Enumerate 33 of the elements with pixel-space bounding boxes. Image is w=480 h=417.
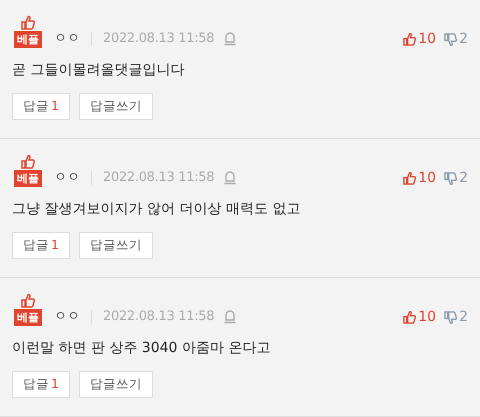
reply-button[interactable]: 답글 1 [12, 93, 70, 120]
comment-date: 2022.08.13 11:58 [103, 308, 214, 326]
comment-date: 2022.08.13 11:58 [103, 169, 214, 187]
thumbs-down-icon [444, 310, 458, 324]
alarm-icon[interactable] [223, 309, 238, 324]
comment-text: 이런말 하면 판 상주 3040 아줌마 온다고 [12, 339, 272, 357]
comment-date: 2022.08.13 11:58 [103, 30, 214, 48]
best-badge: 베플 [14, 170, 42, 187]
best-badge: 베플 [14, 309, 42, 326]
thumbs-up-icon [403, 32, 416, 46]
comment-text: 곧 그들이몰려올댓글입니다 [12, 61, 186, 79]
comment-text: 그냥 잘생겨보이지가 않어 더이상 매력도 없고 [12, 200, 302, 218]
thumbs-down-icon [444, 32, 458, 46]
reply-button[interactable]: 답글 1 [12, 371, 70, 398]
thumbs-up-icon [20, 154, 36, 169]
alarm-icon[interactable] [223, 31, 238, 46]
thumbs-up-icon [20, 15, 36, 30]
thumbs-up-icon [20, 293, 36, 308]
thumbs-up-icon [403, 172, 416, 184]
thumbs-up-icon [403, 310, 416, 324]
nickname: ㅇㅇ [54, 308, 80, 326]
thumbs-down-icon [444, 172, 458, 184]
reply-button[interactable]: 답글 1 [12, 232, 70, 259]
nickname: ㅇㅇ [54, 169, 80, 187]
alarm-icon[interactable] [223, 170, 238, 185]
best-badge: 베플 [14, 31, 42, 48]
like-button[interactable]: 10 [403, 169, 436, 187]
write-reply-button[interactable]: 답글쓰기 [78, 93, 153, 120]
nickname: ㅇㅇ [54, 30, 80, 48]
like-button[interactable]: 10 [403, 30, 436, 48]
write-reply-button[interactable]: 답글쓰기 [78, 232, 153, 259]
write-reply-button[interactable]: 답글쓰기 [78, 371, 153, 398]
like-button[interactable]: 10 [403, 308, 436, 326]
